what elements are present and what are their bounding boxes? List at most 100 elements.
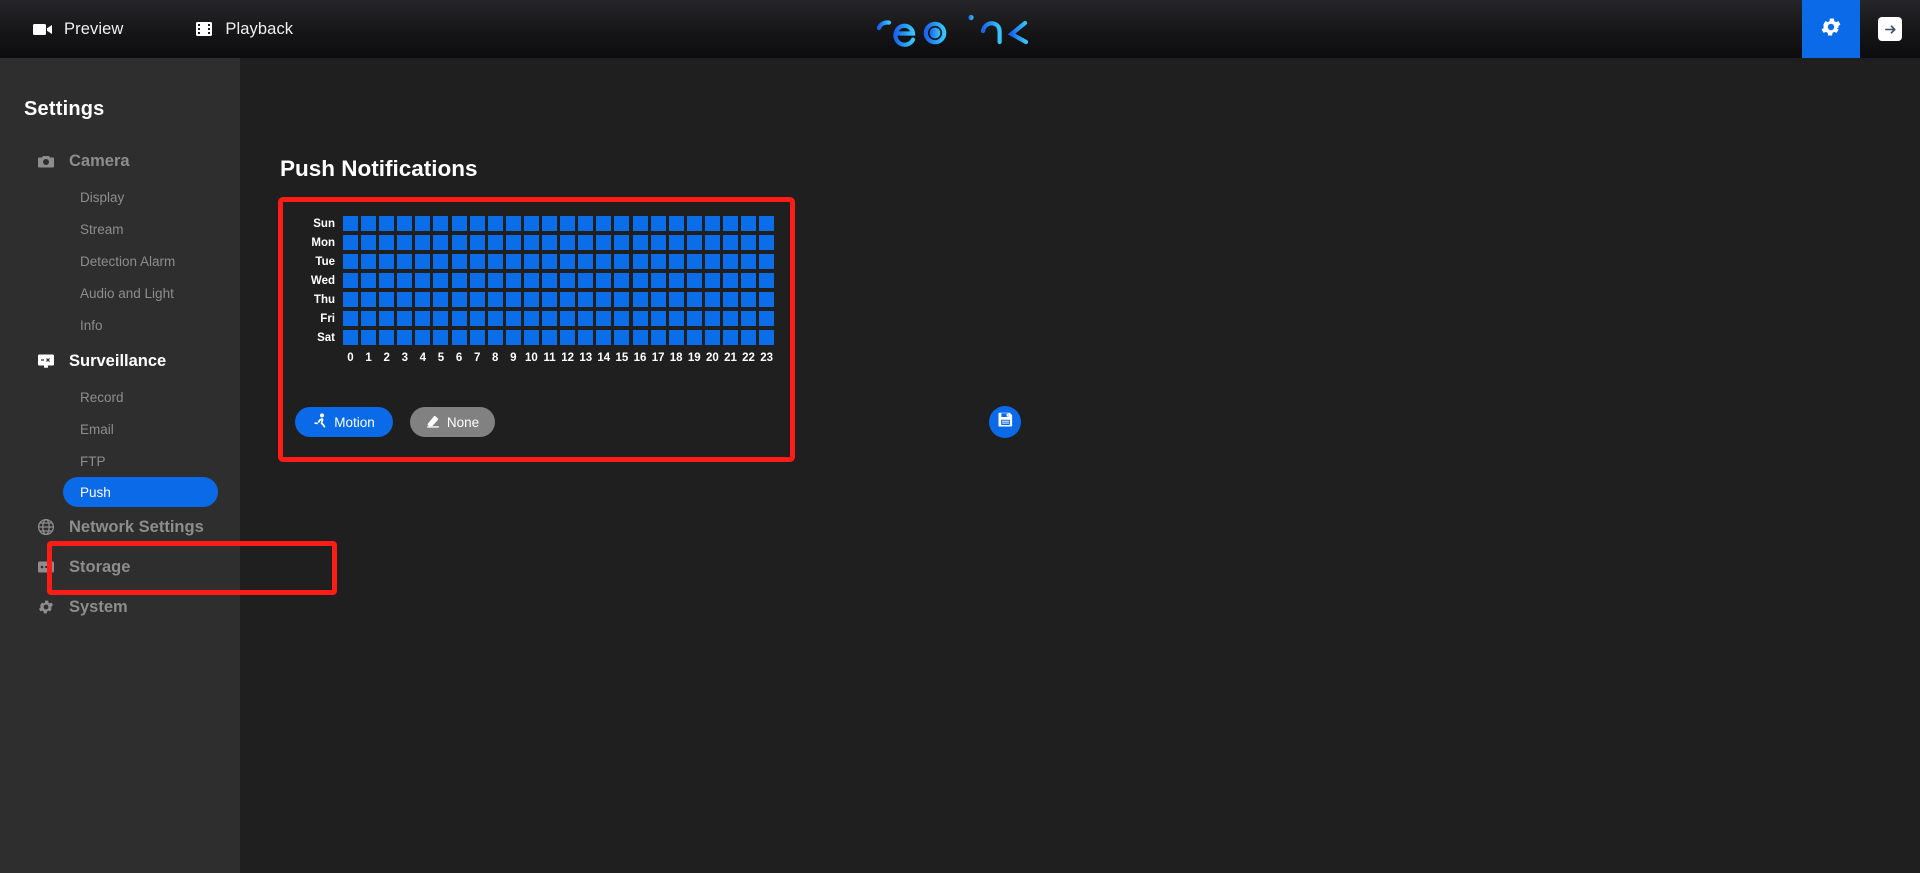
sidebar-group-surveillance[interactable]: Surveillance	[0, 341, 240, 381]
schedule-cell[interactable]	[560, 216, 576, 231]
schedule-cell[interactable]	[759, 273, 775, 288]
schedule-cell[interactable]	[451, 330, 467, 345]
exit-button[interactable]	[1860, 0, 1920, 58]
schedule-cell[interactable]	[686, 216, 702, 231]
schedule-cell[interactable]	[487, 216, 503, 231]
nav-item-playback[interactable]: Playback	[179, 0, 307, 58]
schedule-cell[interactable]	[686, 235, 702, 250]
schedule-cell[interactable]	[650, 216, 666, 231]
schedule-cell[interactable]	[397, 216, 413, 231]
schedule-cell[interactable]	[451, 254, 467, 269]
schedule-cell[interactable]	[704, 273, 720, 288]
motion-mode-button[interactable]: Motion	[295, 407, 393, 437]
sidebar-group-system[interactable]: System	[0, 587, 240, 627]
schedule-cell[interactable]	[451, 273, 467, 288]
schedule-cell[interactable]	[361, 254, 377, 269]
schedule-cell[interactable]	[759, 235, 775, 250]
schedule-cell[interactable]	[578, 235, 594, 250]
schedule-cell[interactable]	[704, 311, 720, 326]
schedule-cell[interactable]	[379, 292, 395, 307]
schedule-cell[interactable]	[560, 330, 576, 345]
schedule-cell[interactable]	[759, 311, 775, 326]
schedule-cell[interactable]	[650, 254, 666, 269]
schedule-cell[interactable]	[523, 311, 539, 326]
settings-button[interactable]	[1802, 0, 1860, 58]
schedule-cell[interactable]	[560, 254, 576, 269]
schedule-cell[interactable]	[722, 216, 738, 231]
schedule-cell[interactable]	[505, 254, 521, 269]
schedule-cell[interactable]	[523, 273, 539, 288]
sidebar-item-audio-and-light[interactable]: Audio and Light	[0, 277, 240, 309]
schedule-cell[interactable]	[560, 273, 576, 288]
schedule-cell[interactable]	[722, 254, 738, 269]
schedule-cell[interactable]	[523, 254, 539, 269]
schedule-cell[interactable]	[397, 273, 413, 288]
schedule-cell[interactable]	[361, 273, 377, 288]
schedule-cell[interactable]	[741, 330, 757, 345]
sidebar-item-display[interactable]: Display	[0, 181, 240, 213]
schedule-cell[interactable]	[505, 311, 521, 326]
schedule-cell[interactable]	[741, 292, 757, 307]
schedule-cell[interactable]	[759, 254, 775, 269]
schedule-cell[interactable]	[704, 216, 720, 231]
sidebar-item-detection-alarm[interactable]: Detection Alarm	[0, 245, 240, 277]
schedule-cell[interactable]	[632, 235, 648, 250]
schedule-cell[interactable]	[343, 311, 358, 326]
schedule-cell[interactable]	[759, 216, 775, 231]
schedule-cell[interactable]	[343, 254, 358, 269]
schedule-cell[interactable]	[632, 273, 648, 288]
schedule-cell[interactable]	[505, 330, 521, 345]
schedule-cell[interactable]	[397, 330, 413, 345]
schedule-cell[interactable]	[632, 330, 648, 345]
schedule-cell[interactable]	[704, 254, 720, 269]
schedule-cell[interactable]	[596, 292, 612, 307]
schedule-cell[interactable]	[451, 235, 467, 250]
sidebar-item-record[interactable]: Record	[0, 381, 240, 413]
schedule-cell[interactable]	[578, 216, 594, 231]
schedule-cell[interactable]	[343, 292, 358, 307]
schedule-cell[interactable]	[469, 330, 485, 345]
schedule-cell[interactable]	[487, 254, 503, 269]
schedule-cell[interactable]	[433, 254, 449, 269]
schedule-cell[interactable]	[469, 235, 485, 250]
schedule-cell[interactable]	[578, 292, 594, 307]
schedule-cell[interactable]	[668, 216, 684, 231]
schedule-cell[interactable]	[560, 235, 576, 250]
schedule-cell[interactable]	[614, 330, 630, 345]
schedule-cell[interactable]	[614, 273, 630, 288]
schedule-cell[interactable]	[596, 254, 612, 269]
schedule-cell[interactable]	[650, 311, 666, 326]
schedule-cell[interactable]	[759, 292, 775, 307]
schedule-cell[interactable]	[505, 235, 521, 250]
schedule-cell[interactable]	[578, 330, 594, 345]
schedule-cell[interactable]	[451, 216, 467, 231]
schedule-cell[interactable]	[650, 330, 666, 345]
sidebar-item-email[interactable]: Email	[0, 413, 240, 445]
schedule-cell[interactable]	[542, 216, 558, 231]
schedule-cell[interactable]	[668, 330, 684, 345]
schedule-cell[interactable]	[686, 292, 702, 307]
schedule-cell[interactable]	[433, 235, 449, 250]
schedule-cell[interactable]	[686, 311, 702, 326]
schedule-cell[interactable]	[487, 292, 503, 307]
schedule-cell[interactable]	[523, 235, 539, 250]
schedule-cell[interactable]	[614, 216, 630, 231]
schedule-cell[interactable]	[379, 273, 395, 288]
schedule-cell[interactable]	[361, 235, 377, 250]
schedule-cell[interactable]	[379, 235, 395, 250]
schedule-cell[interactable]	[361, 216, 377, 231]
schedule-cell[interactable]	[741, 254, 757, 269]
none-mode-button[interactable]: None	[410, 407, 495, 437]
save-button[interactable]	[989, 406, 1021, 438]
schedule-cell[interactable]	[379, 330, 395, 345]
sidebar-group-camera[interactable]: Camera	[0, 141, 240, 181]
schedule-cell[interactable]	[433, 292, 449, 307]
schedule-cell[interactable]	[614, 311, 630, 326]
schedule-cell[interactable]	[668, 254, 684, 269]
schedule-cell[interactable]	[668, 311, 684, 326]
schedule-cell[interactable]	[578, 311, 594, 326]
schedule-cell[interactable]	[433, 330, 449, 345]
schedule-cell[interactable]	[596, 273, 612, 288]
schedule-cell[interactable]	[343, 235, 358, 250]
schedule-cell[interactable]	[433, 311, 449, 326]
